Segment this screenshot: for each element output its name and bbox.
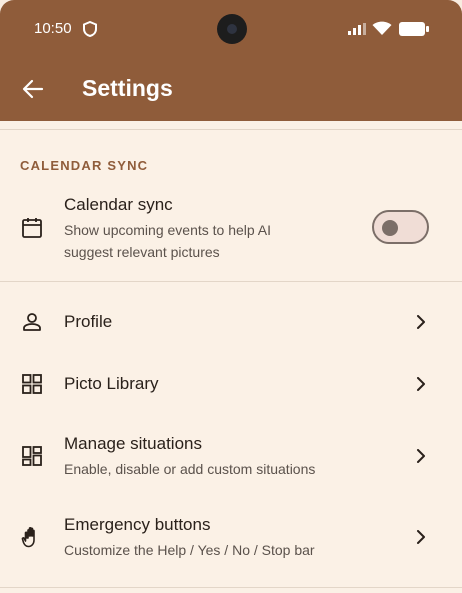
- battery-icon: [399, 22, 429, 36]
- manage-situations-label: Manage situations: [64, 434, 202, 453]
- camera-cutout: [217, 14, 247, 44]
- list-item-picto-library[interactable]: Picto Library: [0, 362, 462, 406]
- profile-label: Profile: [64, 312, 113, 331]
- status-time: 10:50: [34, 20, 72, 37]
- calendar-sync-toggle[interactable]: [372, 210, 429, 244]
- signal-icon: [348, 23, 366, 35]
- shield-icon: [83, 21, 97, 37]
- list-item-manage-situations[interactable]: Manage situations Enable, disable or add…: [0, 428, 462, 484]
- screen: 10:50 Settings CALENDAR SYNC Calendar sy…: [0, 0, 462, 593]
- app-bar: 10:50 Settings: [0, 0, 462, 121]
- divider: [0, 129, 462, 130]
- calendar-sync-subtitle-line1: Show upcoming events to help AI: [64, 222, 272, 238]
- chevron-right-icon: [417, 449, 425, 463]
- calendar-sync-title: Calendar sync: [64, 195, 173, 214]
- divider: [0, 281, 462, 282]
- person-icon: [23, 313, 41, 331]
- emergency-buttons-label: Emergency buttons: [64, 515, 211, 534]
- section-header: CALENDAR SYNC: [20, 158, 149, 173]
- picto-library-label: Picto Library: [64, 374, 159, 393]
- chevron-right-icon: [417, 377, 425, 391]
- divider: [0, 587, 462, 588]
- list-item-emergency-buttons[interactable]: Emergency buttons Customize the Help / Y…: [0, 509, 462, 565]
- wifi-icon: [372, 21, 392, 35]
- chevron-right-icon: [417, 315, 425, 329]
- calendar-sync-subtitle-line2: suggest relevant pictures: [64, 244, 220, 260]
- arrow-left-icon[interactable]: [22, 78, 44, 100]
- emergency-buttons-subtitle: Customize the Help / Yes / No / Stop bar: [64, 542, 315, 558]
- dashboard-icon: [22, 446, 42, 466]
- toggle-knob: [382, 220, 398, 236]
- grid-icon: [22, 374, 42, 394]
- manage-situations-subtitle: Enable, disable or add custom situations: [64, 461, 316, 477]
- calendar-icon: [22, 218, 42, 238]
- hand-icon: [21, 526, 35, 548]
- list-item-profile[interactable]: Profile: [0, 300, 462, 344]
- chevron-right-icon: [417, 530, 425, 544]
- page-title: Settings: [82, 75, 173, 101]
